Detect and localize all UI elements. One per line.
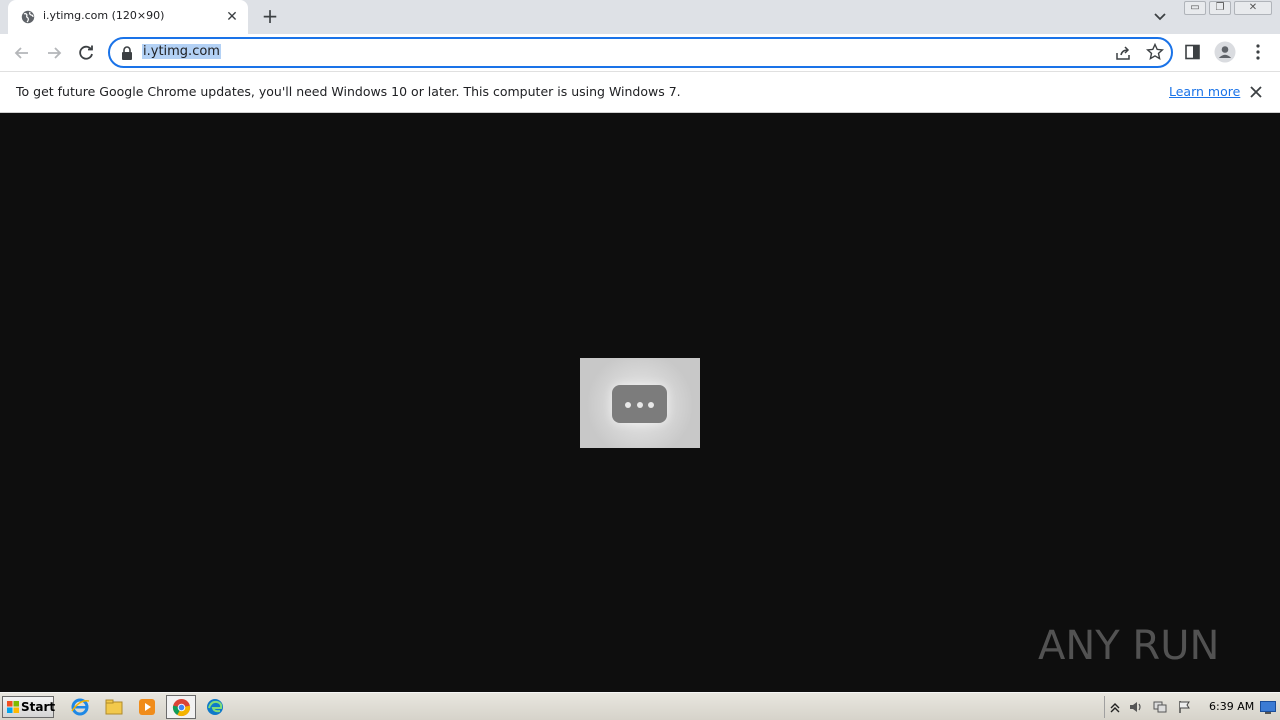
taskbar-chrome-active[interactable] [166, 695, 196, 719]
start-label: Start [21, 700, 56, 714]
side-panel-icon[interactable] [1185, 44, 1201, 60]
tab-active[interactable]: i.ytimg.com (120×90) ✕ [8, 0, 248, 34]
update-infobar: To get future Google Chrome updates, you… [0, 71, 1280, 113]
new-tab-button[interactable]: + [258, 5, 282, 29]
window-restore-button[interactable]: ❐ [1209, 1, 1231, 15]
tab-search-chevron-icon[interactable] [1150, 8, 1170, 26]
tab-close-icon[interactable]: ✕ [224, 9, 240, 25]
speaker-icon[interactable] [1129, 700, 1143, 714]
internet-explorer-icon[interactable] [70, 697, 90, 717]
edge-icon[interactable] [205, 697, 225, 717]
system-clock[interactable]: 6:39 AM [1209, 700, 1254, 713]
browser-toolbar: i.ytimg.com [0, 34, 1280, 71]
address-bar[interactable]: i.ytimg.com [108, 37, 1173, 68]
tab-strip: i.ytimg.com (120×90) ✕ + ▭ ❐ ✕ [0, 0, 1280, 34]
watermark-text-left: ANY RUN [1038, 623, 1219, 669]
windows-taskbar: Start 6:39 AM [0, 692, 1280, 720]
close-icon[interactable] [1248, 84, 1264, 100]
infobar-message: To get future Google Chrome updates, you… [16, 84, 681, 99]
windows-flag-icon [7, 701, 19, 713]
start-button[interactable]: Start [2, 696, 56, 718]
reload-icon[interactable] [74, 41, 98, 65]
window-close-button[interactable]: ✕ [1234, 1, 1272, 15]
chrome-icon [172, 698, 191, 717]
network-icon[interactable] [1153, 700, 1167, 714]
show-hidden-icons-chevron-icon[interactable] [1108, 700, 1122, 714]
page-content: ANY RUN [0, 113, 1280, 692]
tray-separator [1104, 696, 1105, 718]
lock-icon[interactable] [121, 46, 133, 60]
share-icon[interactable] [1114, 44, 1132, 62]
file-explorer-icon[interactable] [104, 697, 124, 717]
media-player-icon[interactable] [137, 697, 157, 717]
image-thumbnail [580, 358, 700, 448]
kebab-menu-icon[interactable] [1250, 43, 1266, 61]
url-text[interactable]: i.ytimg.com [142, 44, 221, 59]
bookmark-star-icon[interactable] [1146, 43, 1164, 61]
globe-icon [21, 10, 35, 24]
show-desktop-icon[interactable] [1260, 701, 1276, 714]
forward-arrow-icon[interactable] [42, 41, 66, 65]
tab-title: i.ytimg.com (120×90) [43, 9, 165, 22]
learn-more-link[interactable]: Learn more [1169, 84, 1240, 99]
placeholder-more-icon [612, 385, 667, 423]
anyrun-watermark-logo: ANY RUN [1038, 623, 1219, 669]
window-minimize-button[interactable]: ▭ [1184, 1, 1206, 15]
profile-avatar-icon[interactable] [1214, 41, 1236, 63]
action-center-flag-icon[interactable] [1178, 700, 1192, 714]
back-arrow-icon[interactable] [10, 41, 34, 65]
